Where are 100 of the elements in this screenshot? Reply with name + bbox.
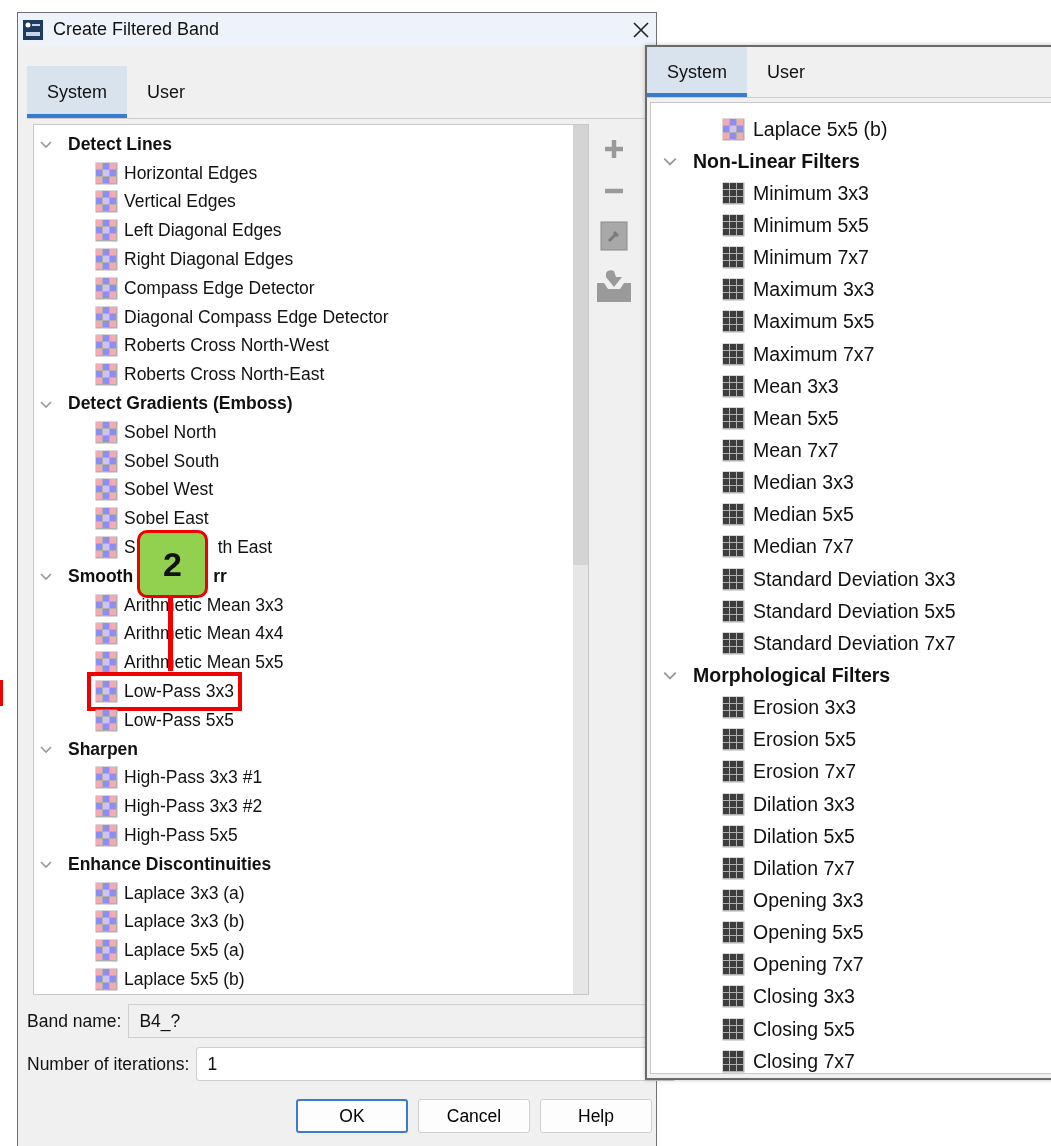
filter-item[interactable]: th East	[217, 537, 273, 559]
filter-item[interactable]: Right Diagonal Edges	[124, 249, 294, 271]
filter-item[interactable]: Sobel North	[124, 421, 217, 443]
filter-item[interactable]: Maximum 5x5	[753, 310, 875, 334]
filter-item[interactable]: Standard Deviation 7x7	[753, 631, 956, 655]
filter-item[interactable]: Closing 3x3	[753, 985, 855, 1009]
filter-item[interactable]: Dilation 5x5	[753, 824, 855, 848]
grid-icon	[722, 374, 745, 398]
filter-item[interactable]: Opening 5x5	[753, 921, 864, 945]
category-label[interactable]: Non-Linear Filters	[693, 149, 860, 173]
filter-item[interactable]: Standard Deviation 5x5	[753, 599, 956, 623]
filter-item[interactable]: Median 7x7	[753, 535, 854, 559]
grid-icon	[95, 449, 118, 473]
grid-icon	[95, 478, 118, 502]
tab[interactable]: System	[647, 47, 747, 97]
grid-icon	[95, 651, 118, 675]
filter-item[interactable]: Erosion 5x5	[753, 728, 856, 752]
filter-item[interactable]: Roberts Cross North-East	[124, 364, 325, 386]
grid-icon	[722, 856, 745, 880]
filter-item[interactable]: Laplace 5x5 (b)	[124, 969, 245, 990]
grid-icon	[722, 471, 745, 495]
filter-item[interactable]: Opening 7x7	[753, 953, 864, 977]
grid-icon	[722, 760, 745, 784]
filter-item[interactable]: Compass Edge Detector	[124, 277, 315, 299]
filter-item[interactable]: Sobel East	[124, 508, 209, 530]
filter-item[interactable]: Laplace 5x5 (a)	[124, 940, 245, 962]
grid-icon	[722, 181, 745, 205]
filter-item[interactable]: Closing 5x5	[753, 1017, 855, 1041]
grid-icon	[722, 342, 745, 366]
filter-item[interactable]: Mean 3x3	[753, 374, 839, 398]
grid-icon	[95, 161, 118, 185]
grid-icon	[722, 406, 745, 430]
filter-item[interactable]: Closing 7x7	[753, 1049, 855, 1073]
category-label[interactable]: Smooth	[68, 565, 134, 587]
filter-item[interactable]: Median 5x5	[753, 503, 854, 527]
filter-item[interactable]: Mean 7x7	[753, 438, 839, 462]
filter-item[interactable]: Horizontal Edges	[124, 162, 258, 184]
filter-item[interactable]: S	[124, 537, 136, 559]
grid-icon	[95, 766, 118, 790]
filter-item[interactable]: Left Diagonal Edges	[124, 220, 282, 242]
filter-item[interactable]: Laplace 3x3 (b)	[124, 911, 245, 933]
filter-item[interactable]: Median 3x3	[753, 471, 854, 495]
filter-item[interactable]: High-Pass 3x3 #2	[124, 796, 263, 818]
category-label[interactable]: Detect Gradients (Emboss)	[68, 393, 293, 415]
category-label[interactable]: Detect Lines	[68, 133, 173, 155]
tab[interactable]: User	[127, 66, 206, 118]
filter-item[interactable]: Erosion 3x3	[753, 696, 856, 720]
filter-item[interactable]: Mean 5x5	[753, 406, 839, 430]
grid-icon	[722, 214, 745, 237]
filter-item[interactable]: Low-Pass 5x5	[124, 709, 234, 731]
filter-item[interactable]: Low-Pass 3x3	[124, 681, 234, 703]
filter-item[interactable]: Roberts Cross North-West	[124, 335, 329, 357]
iterations-dropdown[interactable]: 1	[196, 1047, 676, 1081]
category-label[interactable]: Morphological Filters	[693, 663, 891, 687]
scrollbar[interactable]	[573, 125, 588, 994]
filter-item[interactable]: Dilation 7x7	[753, 856, 855, 880]
add-icon[interactable]	[602, 137, 626, 161]
category-label[interactable]: Enhance Discontinuities	[68, 853, 272, 875]
filter-item[interactable]: Vertical Edges	[124, 191, 236, 213]
filter-item[interactable]: Opening 3x3	[753, 888, 864, 912]
grid-icon	[722, 567, 745, 591]
filter-item[interactable]: Minimum 5x5	[753, 214, 869, 237]
filter-item[interactable]: High-Pass 5x5	[124, 825, 238, 846]
grid-icon	[722, 792, 745, 816]
filter-item[interactable]: Minimum 3x3	[753, 181, 869, 205]
filter-item[interactable]: Sobel West	[124, 479, 214, 501]
category-label[interactable]: rr	[213, 565, 227, 587]
edit-icon[interactable]	[600, 221, 628, 251]
filter-item[interactable]: Laplace 3x3 (a)	[124, 882, 245, 904]
grid-icon	[722, 728, 745, 752]
filter-item[interactable]: Minimum 7x7	[753, 246, 869, 270]
dialog-button[interactable]: OK	[296, 1099, 408, 1133]
tab[interactable]: System	[27, 66, 127, 118]
grid-icon	[722, 1049, 745, 1073]
filter-item[interactable]: Maximum 3x3	[753, 278, 875, 302]
close-icon[interactable]	[632, 20, 650, 39]
grid-icon	[722, 953, 745, 977]
filter-item[interactable]: High-Pass 3x3 #1	[124, 767, 263, 789]
filter-item[interactable]: Standard Deviation 3x3	[753, 567, 956, 591]
dialog-button[interactable]: Help	[540, 1099, 652, 1133]
grid-icon	[95, 190, 118, 214]
grid-icon	[95, 507, 118, 531]
filter-item[interactable]: Sobel South	[124, 450, 220, 472]
grid-icon	[722, 438, 745, 462]
grid-icon	[95, 824, 118, 847]
grid-icon	[722, 1017, 745, 1041]
grid-icon	[722, 631, 745, 655]
filter-item[interactable]: Laplace 5x5 (b)	[753, 117, 888, 141]
filter-item[interactable]: Dilation 3x3	[753, 792, 855, 816]
grid-icon	[95, 363, 118, 387]
tab[interactable]: User	[747, 47, 826, 97]
import-icon[interactable]	[596, 269, 632, 303]
filter-item[interactable]: Diagonal Compass Edge Detector	[124, 306, 389, 328]
grid-icon	[95, 622, 118, 646]
filter-item[interactable]: Maximum 7x7	[753, 342, 875, 366]
grid-icon	[95, 536, 118, 560]
category-label[interactable]: Sharpen	[68, 738, 139, 760]
step-callout: 2	[137, 530, 208, 598]
filter-item[interactable]: Erosion 7x7	[753, 760, 856, 784]
dialog-button[interactable]: Cancel	[418, 1099, 530, 1133]
